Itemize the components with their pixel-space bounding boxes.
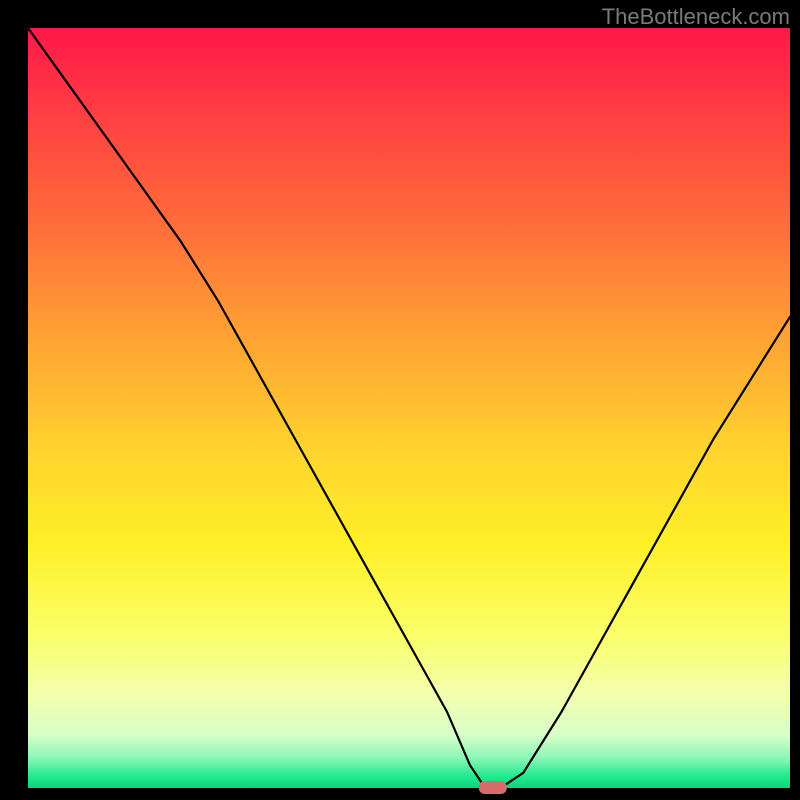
chart-svg <box>0 0 800 800</box>
bottleneck-chart: TheBottleneck.com <box>0 0 800 800</box>
optimal-marker <box>479 781 507 794</box>
plot-background <box>28 28 790 788</box>
watermark-text: TheBottleneck.com <box>602 4 790 30</box>
